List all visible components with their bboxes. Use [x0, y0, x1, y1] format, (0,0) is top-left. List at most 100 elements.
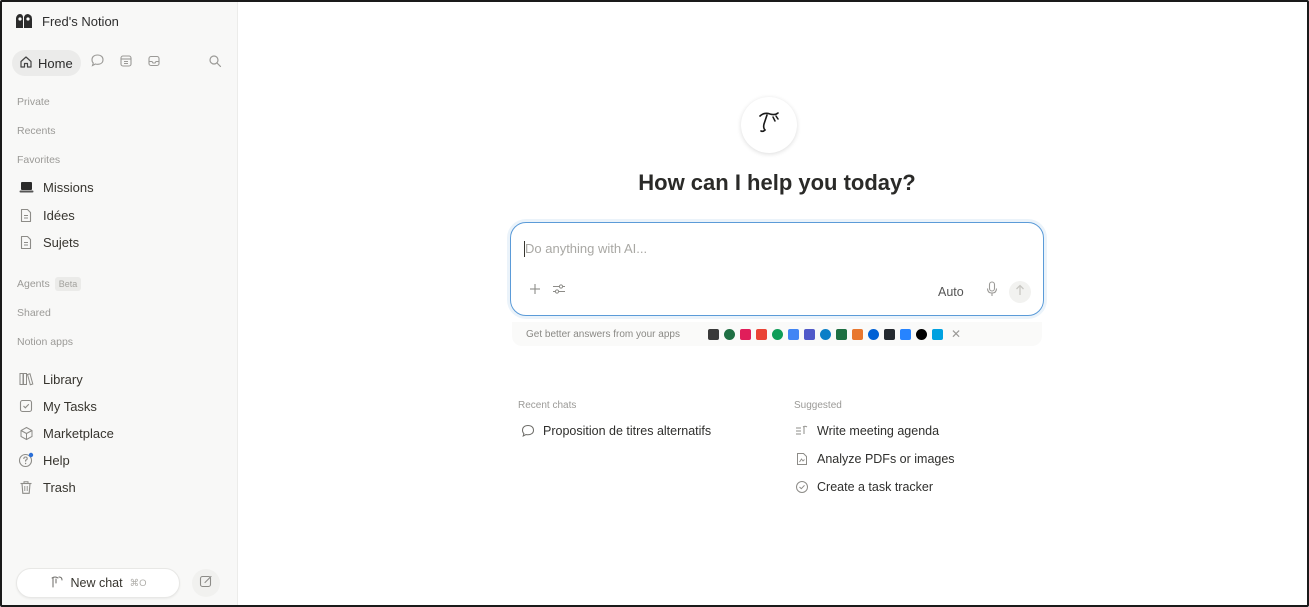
- sliders-icon: [552, 282, 566, 300]
- sidebar-item-label: Help: [43, 452, 70, 468]
- sidebar-item-library[interactable]: Library: [18, 369, 83, 389]
- new-page-button[interactable]: [192, 569, 220, 597]
- workspace-name: Fred's Notion: [42, 13, 119, 29]
- beta-badge: Beta: [54, 277, 82, 291]
- suggestion-meeting-agenda[interactable]: Write meeting agenda: [795, 424, 939, 438]
- section-recents[interactable]: Recents: [17, 125, 56, 137]
- suggestion-task-tracker[interactable]: Create a task tracker: [795, 480, 933, 494]
- sidebar-item-my-tasks[interactable]: My Tasks: [18, 396, 97, 416]
- recent-chat-item[interactable]: Proposition de titres alternatifs: [521, 424, 711, 438]
- sidebar-item-label: Marketplace: [43, 425, 114, 441]
- new-chat-label: New chat: [70, 576, 123, 590]
- page-icon: [18, 234, 34, 250]
- sidebar-item-label: Trash: [43, 479, 76, 495]
- calendar-icon: [119, 54, 133, 73]
- marketplace-icon: [18, 425, 34, 441]
- top-nav: Home: [12, 50, 228, 76]
- integration-app-icon[interactable]: [803, 328, 815, 340]
- integration-app-icon[interactable]: [835, 328, 847, 340]
- sidebar-item-trash[interactable]: Trash: [18, 477, 76, 497]
- arrow-up-icon: [1015, 283, 1025, 301]
- sidebar-item-idees[interactable]: Idées: [18, 205, 75, 225]
- integration-app-icon[interactable]: [899, 328, 911, 340]
- sidebar-item-missions[interactable]: Missions: [18, 177, 94, 197]
- connect-apps-label: Get better answers from your apps: [526, 328, 680, 340]
- workspace-avatar-icon: [14, 12, 34, 30]
- home-button[interactable]: Home: [12, 50, 81, 76]
- attach-button[interactable]: [527, 283, 543, 299]
- sidebar-item-label: Library: [43, 371, 83, 387]
- integration-app-icon[interactable]: [851, 328, 863, 340]
- notion-ai-face-icon: [754, 108, 784, 143]
- integration-app-icon[interactable]: [931, 328, 943, 340]
- sidebar-item-sujets[interactable]: Sujets: [18, 232, 79, 252]
- page-icon: [18, 207, 34, 223]
- workspace-switcher[interactable]: Fred's Notion: [14, 12, 119, 30]
- integration-app-icon[interactable]: [739, 328, 751, 340]
- integration-app-icon[interactable]: [771, 328, 783, 340]
- model-selector[interactable]: Auto: [938, 285, 964, 299]
- home-icon: [19, 55, 33, 72]
- search-button[interactable]: [204, 52, 226, 74]
- sidebar-item-label: Missions: [43, 179, 94, 195]
- close-icon[interactable]: ✕: [951, 327, 961, 341]
- inbox-nav-button[interactable]: [143, 52, 165, 74]
- agenda-icon: [795, 424, 809, 438]
- send-button[interactable]: [1009, 281, 1031, 303]
- sidebar: Fred's Notion Home Private Recents Favor…: [2, 2, 238, 605]
- text-caret: [524, 241, 525, 257]
- check-circle-icon: [795, 480, 809, 494]
- recent-chats-title: Recent chats: [518, 400, 577, 411]
- section-agents[interactable]: Agents Beta: [17, 277, 82, 291]
- page-title: How can I help you today?: [638, 170, 916, 195]
- section-shared[interactable]: Shared: [17, 307, 51, 319]
- integration-app-icon[interactable]: [755, 328, 767, 340]
- integration-app-icon[interactable]: [915, 328, 927, 340]
- ai-prompt-input[interactable]: [525, 241, 1005, 256]
- notion-ai-logo: [741, 97, 797, 153]
- integration-app-icon[interactable]: [723, 328, 735, 340]
- section-notion-apps[interactable]: Notion apps: [17, 336, 73, 348]
- sidebar-item-help[interactable]: Help: [18, 450, 70, 470]
- home-label: Home: [38, 55, 73, 71]
- calendar-nav-button[interactable]: [115, 52, 137, 74]
- compose-icon: [199, 574, 213, 593]
- microphone-icon: [986, 280, 998, 302]
- chat-bubble-icon: [521, 424, 535, 438]
- section-favorites[interactable]: Favorites: [17, 154, 60, 166]
- recent-chat-label: Proposition de titres alternatifs: [543, 424, 712, 438]
- integration-app-icon[interactable]: [883, 328, 895, 340]
- trash-icon: [18, 479, 34, 495]
- integration-app-icon[interactable]: [787, 328, 799, 340]
- sidebar-item-label: Sujets: [43, 234, 80, 250]
- ai-chat-box: Auto: [510, 222, 1044, 316]
- integration-app-icon[interactable]: [707, 328, 719, 340]
- chat-nav-button[interactable]: [87, 52, 109, 74]
- tasks-icon: [18, 398, 34, 414]
- app-icons: [707, 328, 943, 340]
- sidebar-item-label: My Tasks: [43, 398, 97, 414]
- integration-app-icon[interactable]: [867, 328, 879, 340]
- sidebar-item-marketplace[interactable]: Marketplace: [18, 423, 114, 443]
- voice-input-button[interactable]: [983, 280, 1001, 302]
- section-agents-label: Agents: [17, 278, 50, 290]
- suggestion-label: Create a task tracker: [817, 480, 934, 494]
- new-chat-button[interactable]: New chat ⌘O: [16, 568, 180, 598]
- suggestion-analyze-pdfs[interactable]: Analyze PDFs or images: [795, 452, 955, 466]
- integration-app-icon[interactable]: [819, 328, 831, 340]
- sidebar-item-label: Idées: [43, 207, 75, 223]
- chat-bubble-icon: [90, 53, 105, 73]
- settings-button[interactable]: [551, 283, 567, 299]
- inbox-icon: [147, 54, 161, 73]
- suggested-title: Suggested: [794, 400, 842, 411]
- help-icon: [18, 452, 34, 468]
- connect-apps-bar[interactable]: Get better answers from your apps ✕: [512, 322, 1042, 346]
- plus-icon: [529, 282, 541, 300]
- new-chat-shortcut: ⌘O: [129, 577, 147, 589]
- laptop-icon: [18, 179, 34, 195]
- notion-ai-icon: [50, 575, 64, 592]
- section-private[interactable]: Private: [17, 96, 50, 108]
- suggestion-label: Analyze PDFs or images: [817, 452, 955, 466]
- library-icon: [18, 371, 34, 387]
- suggestion-label: Write meeting agenda: [817, 424, 940, 438]
